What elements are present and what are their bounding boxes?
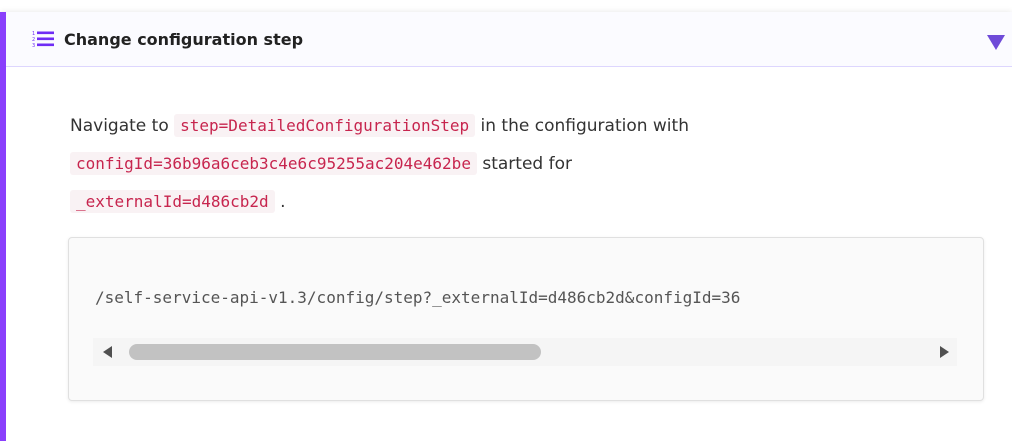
panel-title: Change configuration step <box>64 29 304 49</box>
numbered-list-icon: 1 2 3 <box>32 30 54 49</box>
text-started-for: started for <box>482 154 572 174</box>
text-in-config: in the configuration with <box>480 116 689 136</box>
triangle-down-icon[interactable] <box>984 30 1008 54</box>
code-step: step=DetailedConfigurationStep <box>174 114 476 137</box>
text-period: . <box>280 192 286 212</box>
svg-text:3: 3 <box>32 43 35 48</box>
horizontal-scrollbar[interactable] <box>93 338 957 366</box>
scroll-right-arrow-icon[interactable] <box>940 346 949 358</box>
code-block: /self-service-api-v1.3/config/step?_exte… <box>68 237 984 401</box>
scroll-thumb[interactable] <box>129 344 541 360</box>
code-config-id: configId=36b96a6ceb3c4e6c95255ac204e462b… <box>70 152 477 175</box>
text-navigate: Navigate to <box>70 116 169 136</box>
code-line: /self-service-api-v1.3/config/step?_exte… <box>95 288 741 307</box>
code-external-id: _externalId=d486cb2d <box>70 190 275 213</box>
instruction-paragraph: Navigate to step=DetailedConfigurationSt… <box>70 107 988 221</box>
scroll-left-arrow-icon[interactable] <box>103 346 112 358</box>
panel-header[interactable]: 1 2 3 Change configuration step <box>6 12 1012 67</box>
panel-content: Navigate to step=DetailedConfigurationSt… <box>70 107 988 221</box>
